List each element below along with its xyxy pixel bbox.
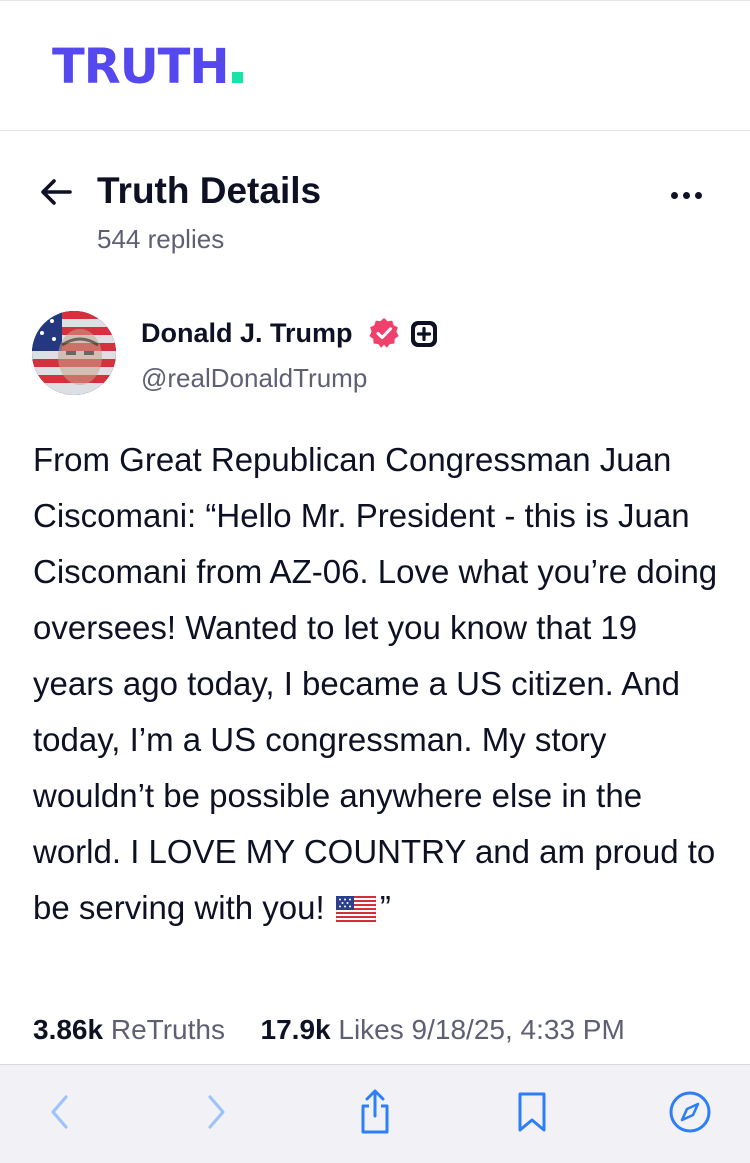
- compass-icon: [669, 1091, 711, 1133]
- browser-back-button[interactable]: [36, 1088, 84, 1136]
- retruths-label: ReTruths: [110, 1014, 225, 1045]
- back-button[interactable]: [36, 172, 76, 212]
- post-text: From Great Republican Congressman Juan C…: [33, 441, 718, 926]
- author-name[interactable]: Donald J. Trump: [141, 316, 353, 350]
- app-top-bar: TRUTH: [0, 0, 750, 131]
- share-icon: [361, 1089, 389, 1134]
- likes-count: 17.9k: [260, 1014, 331, 1045]
- verified-badge-icon: [369, 318, 399, 348]
- post-stats: 3.86k ReTruths 17.9k Likes 9/18/25, 4:33…: [33, 1010, 733, 1050]
- more-options-button[interactable]: [662, 180, 710, 210]
- logo-dot: [231, 72, 243, 83]
- forward-icon: [208, 1095, 225, 1129]
- arrow-left-icon: [41, 179, 72, 205]
- author-handle[interactable]: @realDonaldTrump: [141, 361, 367, 395]
- replies-count: 544 replies: [97, 224, 225, 254]
- truth-plus-badge-icon: [411, 321, 437, 347]
- retruths-count: 3.86k: [33, 1014, 104, 1045]
- truth-logo[interactable]: TRUTH: [52, 39, 243, 95]
- bookmarks-button[interactable]: [508, 1088, 556, 1136]
- avatar[interactable]: [32, 311, 116, 395]
- bookmarks-icon: [518, 1092, 546, 1132]
- avatar-image: [32, 311, 116, 395]
- post-text-suffix: ”: [379, 889, 391, 926]
- post-body: From Great Republican Congressman Juan C…: [33, 432, 723, 936]
- ellipsis-icon: [670, 191, 678, 199]
- retruths-stat[interactable]: 3.86k ReTruths: [33, 1014, 225, 1045]
- us-flag-icon: [335, 896, 376, 922]
- likes-stat[interactable]: 17.9k Likes: [261, 1014, 404, 1045]
- page-title: Truth Details: [97, 170, 322, 211]
- browser-forward-button[interactable]: [192, 1088, 240, 1136]
- likes-label: Likes: [338, 1014, 404, 1045]
- compass-button[interactable]: [666, 1088, 714, 1136]
- back-icon: [51, 1095, 68, 1129]
- share-button[interactable]: [351, 1088, 399, 1136]
- post-timestamp: 9/18/25, 4:33 PM: [411, 1014, 625, 1045]
- logo-text: TRUTH: [52, 39, 230, 95]
